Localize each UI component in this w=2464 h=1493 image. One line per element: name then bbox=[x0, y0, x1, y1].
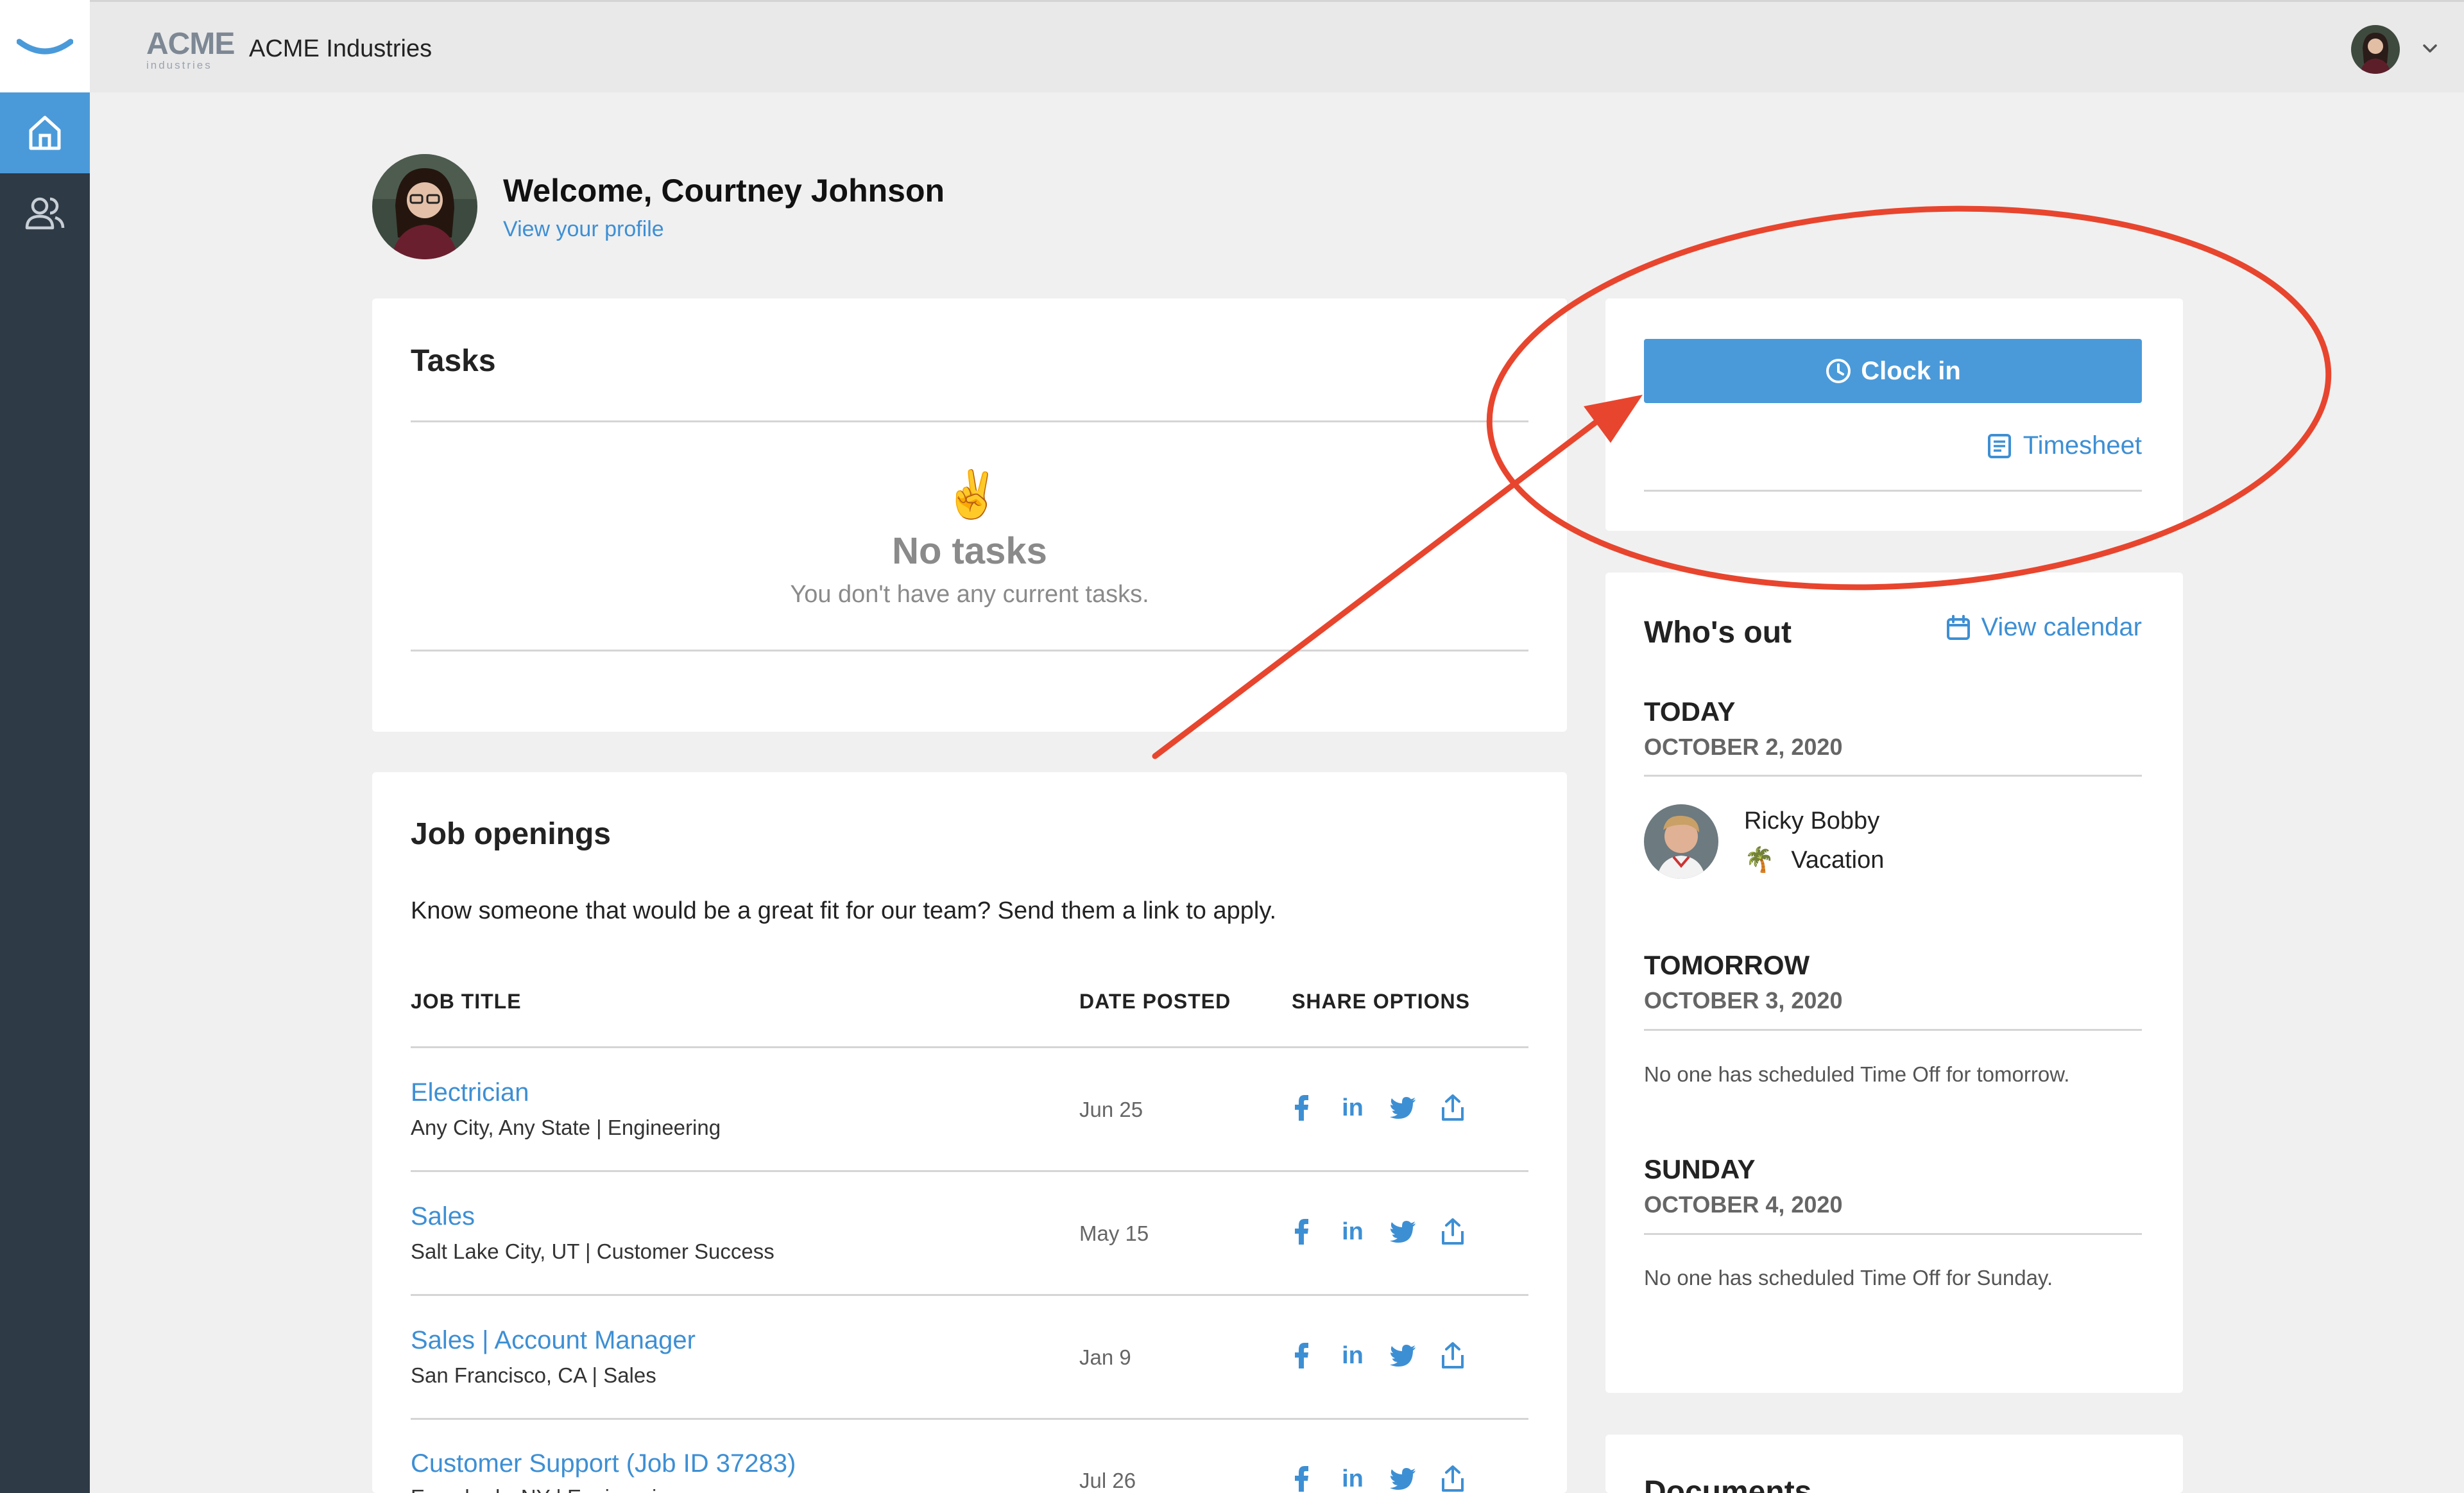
linkedin-icon[interactable]: in bbox=[1340, 1094, 1365, 1121]
share-upload-icon[interactable] bbox=[1440, 1218, 1466, 1245]
clock-divider bbox=[1644, 490, 2142, 492]
job-location: Everybody, NY | Engineering bbox=[411, 1485, 680, 1493]
company-name: ACME Industries bbox=[249, 35, 432, 62]
clock-in-button[interactable]: Clock in bbox=[1644, 339, 2142, 403]
documents-card: Documents bbox=[1605, 1435, 2183, 1493]
document-icon bbox=[1987, 433, 2011, 458]
app-logo[interactable] bbox=[0, 0, 90, 92]
job-openings-title: Job openings bbox=[411, 817, 611, 851]
profile-avatar-image bbox=[372, 154, 477, 259]
twitter-icon[interactable] bbox=[1390, 1466, 1416, 1492]
clock-in-label: Clock in bbox=[1861, 356, 1961, 385]
timesheet-link[interactable]: Timesheet bbox=[1987, 431, 2142, 460]
day-divider bbox=[1644, 1029, 2142, 1031]
documents-title: Documents bbox=[1644, 1475, 1812, 1493]
day-heading: TOMORROW bbox=[1644, 950, 1810, 980]
facebook-icon[interactable] bbox=[1290, 1466, 1315, 1492]
company-logo-sub: industries bbox=[146, 59, 212, 71]
clock-icon bbox=[1826, 359, 1851, 383]
job-location: San Francisco, CA | Sales bbox=[411, 1363, 656, 1387]
palm-tree-icon: 🌴 bbox=[1744, 847, 1775, 874]
job-location: Any City, Any State | Engineering bbox=[411, 1116, 721, 1139]
column-header-date-posted[interactable]: DATE POSTED bbox=[1079, 990, 1231, 1014]
company-logo: ACME industries bbox=[146, 27, 235, 71]
share-options: in bbox=[1290, 1342, 1466, 1369]
app: ACME industries ACME Industries Welcome,… bbox=[0, 0, 2464, 1493]
share-options: in bbox=[1290, 1218, 1466, 1245]
chevron-down-icon[interactable] bbox=[2420, 39, 2440, 58]
timesheet-label: Timesheet bbox=[2023, 431, 2142, 460]
row-divider bbox=[411, 1294, 1528, 1296]
twitter-icon[interactable] bbox=[1390, 1095, 1416, 1121]
day-date: OCTOBER 4, 2020 bbox=[1644, 1191, 1843, 1218]
day-divider bbox=[1644, 1233, 2142, 1235]
tasks-divider-bottom bbox=[411, 650, 1528, 652]
view-calendar-link[interactable]: View calendar bbox=[1946, 613, 2142, 642]
job-date-posted: Jun 25 bbox=[1079, 1098, 1143, 1121]
no-time-off-message: No one has scheduled Time Off for tomorr… bbox=[1644, 1062, 2070, 1086]
day-heading: TODAY bbox=[1644, 696, 1736, 727]
table-header-divider bbox=[411, 1046, 1528, 1048]
user-avatar-image bbox=[2351, 25, 2400, 74]
share-options: in bbox=[1290, 1094, 1466, 1121]
job-date-posted: Jul 26 bbox=[1079, 1469, 1136, 1492]
person-avatar[interactable] bbox=[1644, 804, 1718, 879]
clock-in-card bbox=[1605, 298, 2183, 531]
day-date: OCTOBER 3, 2020 bbox=[1644, 987, 1843, 1014]
smile-logo-icon bbox=[17, 39, 73, 55]
facebook-icon[interactable] bbox=[1290, 1219, 1315, 1245]
linkedin-icon[interactable]: in bbox=[1340, 1342, 1365, 1369]
facebook-icon[interactable] bbox=[1290, 1095, 1315, 1121]
twitter-icon[interactable] bbox=[1390, 1343, 1416, 1368]
sidebar-item-home[interactable] bbox=[0, 92, 90, 173]
no-tasks-title: No tasks bbox=[892, 530, 1047, 572]
time-off-reason: 🌴 Vacation bbox=[1744, 846, 1884, 874]
tasks-title: Tasks bbox=[411, 344, 496, 378]
profile-avatar[interactable] bbox=[372, 154, 477, 259]
day-date: OCTOBER 2, 2020 bbox=[1644, 734, 1843, 760]
top-bar: ACME industries ACME Industries bbox=[90, 0, 2464, 92]
job-title-link[interactable]: Sales | Account Manager bbox=[411, 1326, 696, 1355]
peace-hand-icon: ✌️ bbox=[943, 469, 1001, 521]
day-divider bbox=[1644, 775, 2142, 777]
tasks-divider-top bbox=[411, 420, 1528, 422]
row-divider bbox=[411, 1170, 1528, 1172]
job-openings-intro: Know someone that would be a great fit f… bbox=[411, 897, 1277, 924]
share-options: in bbox=[1290, 1465, 1466, 1492]
linkedin-icon[interactable]: in bbox=[1340, 1465, 1365, 1492]
column-header-share-options: SHARE OPTIONS bbox=[1292, 990, 1470, 1013]
sidebar-item-people[interactable] bbox=[0, 173, 90, 254]
view-profile-link[interactable]: View your profile bbox=[503, 217, 664, 242]
welcome-title: Welcome, Courtney Johnson bbox=[503, 173, 945, 209]
calendar-icon bbox=[1947, 614, 1971, 640]
facebook-icon[interactable] bbox=[1290, 1343, 1315, 1368]
twitter-icon[interactable] bbox=[1390, 1219, 1416, 1245]
people-icon bbox=[25, 197, 65, 230]
job-title-link[interactable]: Sales bbox=[411, 1202, 475, 1231]
person-name[interactable]: Ricky Bobby bbox=[1744, 807, 1879, 835]
share-upload-icon[interactable] bbox=[1440, 1094, 1466, 1121]
person-avatar-image bbox=[1644, 804, 1718, 879]
share-upload-icon[interactable] bbox=[1440, 1342, 1466, 1368]
sidebar bbox=[0, 0, 90, 1493]
time-off-reason-label: Vacation bbox=[1791, 846, 1885, 874]
company-logo-word: ACME bbox=[146, 27, 235, 61]
no-tasks-subtitle: You don't have any current tasks. bbox=[790, 581, 1149, 608]
job-date-posted: Jan 9 bbox=[1079, 1345, 1131, 1369]
share-upload-icon[interactable] bbox=[1440, 1465, 1466, 1492]
row-divider bbox=[411, 1418, 1528, 1420]
day-heading: SUNDAY bbox=[1644, 1154, 1756, 1184]
home-icon bbox=[29, 116, 61, 150]
column-header-job-title[interactable]: JOB TITLE bbox=[411, 990, 522, 1014]
no-time-off-message: No one has scheduled Time Off for Sunday… bbox=[1644, 1266, 2053, 1290]
job-location: Salt Lake City, UT | Customer Success bbox=[411, 1239, 774, 1263]
linkedin-icon[interactable]: in bbox=[1340, 1218, 1365, 1245]
job-title-link[interactable]: Customer Support (Job ID 37283) bbox=[411, 1449, 796, 1478]
user-avatar[interactable] bbox=[2351, 25, 2400, 74]
job-date-posted: May 15 bbox=[1079, 1221, 1149, 1245]
view-calendar-label: View calendar bbox=[1981, 613, 2142, 641]
job-title-link[interactable]: Electrician bbox=[411, 1078, 529, 1107]
whos-out-title: Who's out bbox=[1644, 616, 1792, 650]
